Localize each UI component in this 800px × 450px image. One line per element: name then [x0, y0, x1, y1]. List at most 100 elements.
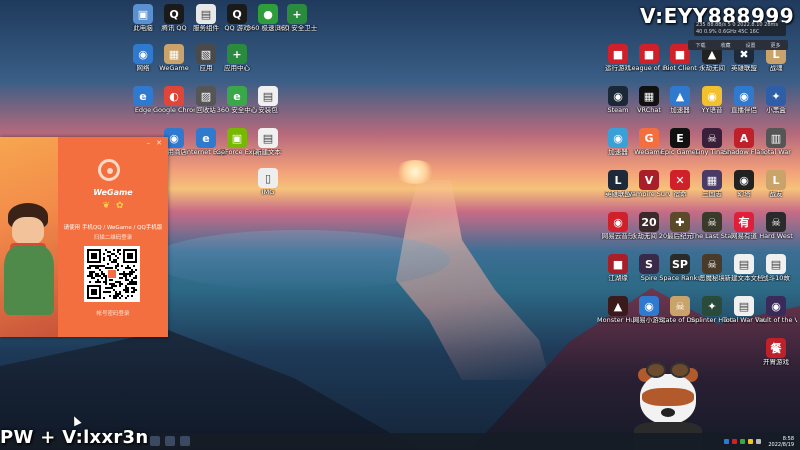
- shortcut-label: 新建文本: [255, 149, 281, 156]
- toolbar-item[interactable]: 更多: [770, 42, 780, 49]
- tray-network-icon[interactable]: [724, 439, 730, 444]
- desktop-shortcut[interactable]: ▤ 战斗10故: [755, 254, 797, 282]
- app-icon: 餐: [766, 338, 786, 358]
- app-icon: ☠: [766, 212, 786, 232]
- qq-icon[interactable]: ❦: [102, 201, 110, 211]
- app-icon: e: [133, 86, 153, 106]
- wegame-login-window: – ✕ WeGame ❦ ✿ 请使用 手机QQ / WeGame / QQ手机版…: [0, 137, 168, 337]
- shortcut-label: Vault of the Void: [755, 317, 797, 324]
- app-icon: ☠: [670, 296, 690, 316]
- app-icon: ◉: [639, 296, 659, 316]
- desktop-shortcut[interactable]: +360 安全卫士: [276, 4, 318, 32]
- tray-app-icon[interactable]: [740, 439, 746, 444]
- app-icon: e: [227, 86, 247, 106]
- app-icon: ☠: [702, 128, 722, 148]
- wegame-logo-icon: [98, 159, 120, 181]
- app-icon: S: [639, 254, 659, 274]
- app-icon: ☠: [702, 254, 722, 274]
- desktop-shortcut[interactable]: ▥ Total War: [755, 128, 797, 156]
- desktop-shortcut[interactable]: 餐开胃游戏: [755, 338, 797, 366]
- app-icon: ■: [608, 44, 628, 64]
- app-icon: Q: [227, 4, 247, 24]
- social-login-icons: ❦ ✿: [58, 201, 168, 211]
- shortcut-label: IMG: [261, 189, 275, 196]
- app-icon: ▣: [227, 128, 247, 148]
- app-icon: ▧: [196, 44, 216, 64]
- app-icon: ▨: [196, 86, 216, 106]
- app-icon: L: [766, 170, 786, 190]
- app-icon: +: [287, 4, 307, 24]
- shortcut-label: 战友: [769, 191, 783, 198]
- app-icon: ◐: [164, 86, 184, 106]
- app-icon: e: [196, 128, 216, 148]
- taskbar-app-icon[interactable]: [180, 436, 190, 446]
- system-tray: 8:58 2022/8/19: [724, 434, 794, 449]
- overlay-contact-bottom: PW + V:lxxr3n: [0, 427, 149, 448]
- performance-monitor: 235 88.8B/s 5 0 2022.8.10 28ms 40 0.9% 0…: [694, 22, 786, 36]
- wallpaper-mist: [150, 230, 450, 290]
- tray-volume-icon[interactable]: [756, 439, 762, 444]
- app-icon: +: [227, 44, 247, 64]
- tray-app-icon[interactable]: [732, 439, 738, 444]
- app-icon: ▤: [258, 128, 278, 148]
- wechat-icon[interactable]: ✿: [116, 201, 124, 211]
- app-icon: ▤: [734, 254, 754, 274]
- shortcut-label: 360 安全卫士: [276, 25, 318, 32]
- app-icon: A: [734, 128, 754, 148]
- taskbar-clock[interactable]: 8:58 2022/8/19: [768, 436, 794, 448]
- desktop-shortcut[interactable]: ▤ 安装包: [247, 86, 289, 114]
- password-login-link[interactable]: 帐号密码登录: [58, 309, 168, 317]
- app-icon: ■: [608, 254, 628, 274]
- desktop-shortcut[interactable]: + 应用中心: [216, 44, 258, 72]
- app-icon: ✦: [766, 86, 786, 106]
- perf-line-1: 235 88.8B/s 5 0 2022.8.10 28ms: [696, 22, 778, 28]
- tray-app-icon[interactable]: [748, 439, 754, 444]
- scan-hint: 扫描二维码登录: [93, 235, 133, 241]
- app-icon: ▦: [164, 44, 184, 64]
- toolbar-item[interactable]: 收藏: [720, 42, 730, 49]
- wegame-promo-art: [0, 137, 58, 337]
- app-icon: ▤: [258, 86, 278, 106]
- app-icon: ☠: [702, 212, 722, 232]
- app-icon: E: [670, 128, 690, 148]
- app-icon: ▤: [766, 254, 786, 274]
- desktop-shortcut[interactable]: ▯ IMG: [247, 168, 289, 196]
- app-icon: 20: [639, 212, 659, 232]
- desktop-shortcut[interactable]: L 战友: [755, 170, 797, 198]
- toolbar-item[interactable]: 下载: [695, 42, 705, 49]
- app-icon: ▯: [258, 168, 278, 188]
- app-icon: ◉: [608, 128, 628, 148]
- app-icon: ✚: [670, 212, 690, 232]
- clock-date: 2022/8/19: [768, 441, 794, 448]
- desktop-shortcut[interactable]: ◉Vault of the Void: [755, 296, 797, 324]
- taskbar-apps: [150, 436, 190, 446]
- app-icon: SP: [670, 254, 690, 274]
- taskbar-app-icon[interactable]: [165, 436, 175, 446]
- shortcut-label: Hard West: [759, 233, 793, 240]
- app-icon: ◉: [608, 86, 628, 106]
- app-icon: ◉: [734, 170, 754, 190]
- minimize-icon[interactable]: –: [147, 139, 151, 147]
- desktop-shortcut[interactable]: ▤ 新建文本: [247, 128, 289, 156]
- close-icon[interactable]: ✕: [156, 139, 162, 147]
- shortcut-label: Total War: [761, 149, 791, 156]
- toolbar-item[interactable]: 设置: [745, 42, 755, 49]
- shortcut-label: 战斗10故: [762, 275, 790, 282]
- app-icon: ■: [670, 44, 690, 64]
- app-icon: ◉: [608, 212, 628, 232]
- app-icon: ▦: [702, 170, 722, 190]
- app-icon: ◉: [734, 86, 754, 106]
- shortcut-label: 应用中心: [224, 65, 250, 72]
- app-icon: ▣: [133, 4, 153, 24]
- desktop-shortcut[interactable]: ☠ Hard West: [755, 212, 797, 240]
- widget-toolbar[interactable]: 下载 收藏 设置 更多: [688, 40, 788, 50]
- wegame-brand: WeGame: [93, 188, 133, 197]
- app-icon: L: [608, 170, 628, 190]
- desktop-shortcut[interactable]: ✦ 小黑盒: [755, 86, 797, 114]
- app-icon: ▲: [670, 86, 690, 106]
- perf-line-2: 40 0.9% 0.6GHz 45C 16C: [696, 29, 760, 35]
- app-icon: Q: [164, 4, 184, 24]
- app-icon: 有: [734, 212, 754, 232]
- app-icon: G: [639, 128, 659, 148]
- taskbar-app-icon[interactable]: [150, 436, 160, 446]
